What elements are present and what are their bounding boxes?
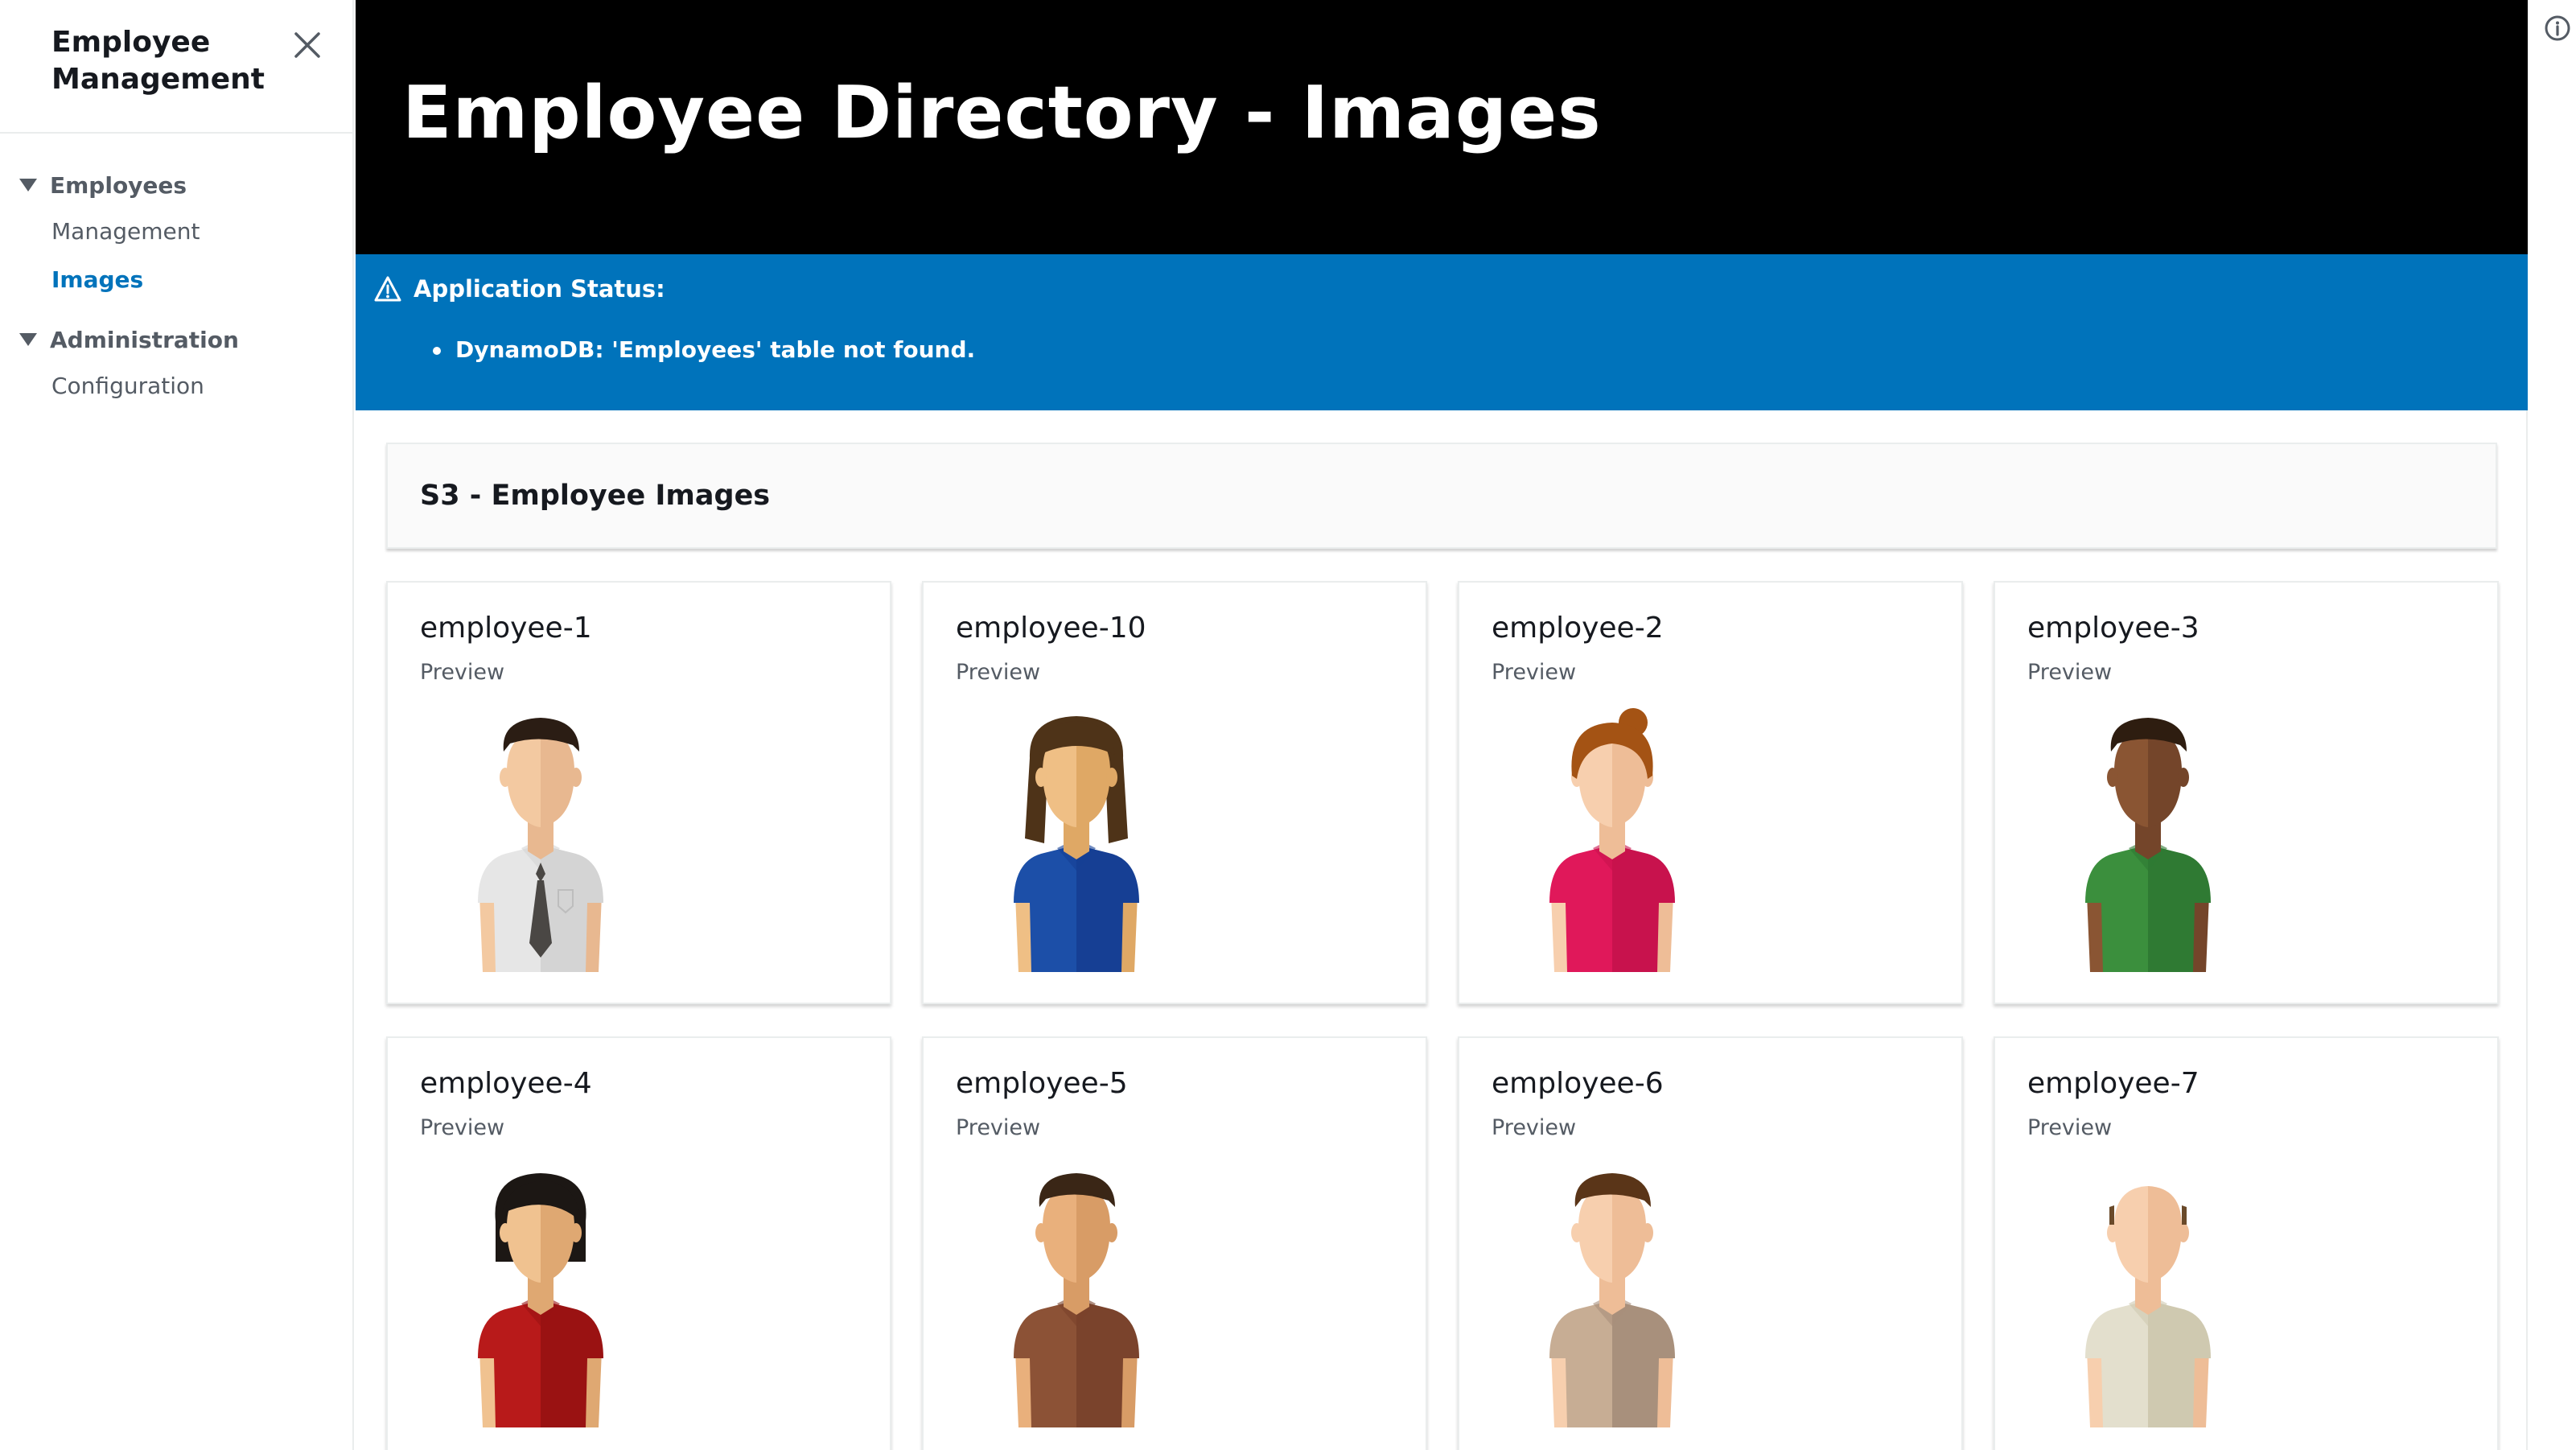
status-message: DynamoDB: 'Employees' table not found.	[432, 336, 976, 363]
card-title: employee-5	[956, 1067, 1128, 1100]
card-title: employee-10	[956, 612, 1146, 645]
section-header: S3 - Employee Images	[386, 443, 2497, 549]
image-card[interactable]: employee-2 Preview	[1458, 581, 1963, 1004]
caret-down-icon	[19, 179, 37, 192]
nav-group-label: Administration	[50, 326, 239, 353]
status-banner: Application Status: DynamoDB: 'Employees…	[356, 254, 2528, 410]
card-subtitle: Preview	[1492, 1115, 1577, 1140]
nav-item-configuration[interactable]: Configuration	[0, 362, 352, 410]
close-icon[interactable]	[291, 29, 323, 61]
app-title[interactable]: Employee Management	[51, 24, 277, 98]
page-title: Employee Directory - Images	[402, 71, 1602, 155]
card-subtitle: Preview	[420, 660, 505, 685]
status-heading: Application Status:	[373, 275, 665, 303]
image-card[interactable]: employee-4 Preview	[386, 1036, 891, 1450]
nav-group-employees: Employees Management Images	[0, 163, 352, 304]
card-title: employee-4	[420, 1067, 592, 1100]
nav-list: Employees Management Images Administrati…	[0, 134, 352, 410]
side-navigation: Employee Management Employees Management…	[0, 0, 354, 1450]
employee-avatar-image	[2027, 702, 2269, 972]
nav-group-administration: Administration Configuration	[0, 317, 352, 410]
employee-avatar-image	[956, 702, 1197, 972]
card-subtitle: Preview	[1492, 660, 1577, 685]
card-subtitle: Preview	[956, 1115, 1041, 1140]
status-label: Application Status:	[414, 275, 665, 303]
image-card[interactable]: employee-3 Preview	[1994, 581, 2499, 1004]
image-card[interactable]: employee-1 Preview	[386, 581, 891, 1004]
main-content: S3 - Employee Images employee-1 Preview …	[356, 410, 2528, 1450]
card-title: employee-6	[1492, 1067, 1664, 1100]
employee-avatar-image	[1492, 1157, 1733, 1427]
image-card[interactable]: employee-6 Preview	[1458, 1036, 1963, 1450]
nav-item-management[interactable]: Management	[0, 208, 352, 256]
card-title: employee-1	[420, 612, 592, 645]
card-subtitle: Preview	[2027, 1115, 2113, 1140]
card-title: employee-2	[1492, 612, 1664, 645]
nav-group-administration-toggle[interactable]: Administration	[0, 317, 352, 362]
nav-group-label: Employees	[50, 171, 187, 199]
image-card[interactable]: employee-5 Preview	[922, 1036, 1427, 1450]
info-icon[interactable]	[2544, 14, 2571, 42]
section-title: S3 - Employee Images	[420, 480, 771, 512]
card-subtitle: Preview	[420, 1115, 505, 1140]
employee-avatar-image	[420, 1157, 661, 1427]
card-subtitle: Preview	[2027, 660, 2113, 685]
image-card[interactable]: employee-10 Preview	[922, 581, 1427, 1004]
nav-group-employees-toggle[interactable]: Employees	[0, 163, 352, 208]
caret-down-icon	[19, 333, 37, 346]
card-title: employee-7	[2027, 1067, 2199, 1100]
image-card[interactable]: employee-7 Preview	[1994, 1036, 2499, 1450]
card-title: employee-3	[2027, 612, 2199, 645]
card-subtitle: Preview	[956, 660, 1041, 685]
warning-icon	[374, 276, 401, 302]
employee-avatar-image	[2027, 1157, 2269, 1427]
employee-avatar-image	[1492, 702, 1733, 972]
employee-avatar-image	[956, 1157, 1197, 1427]
employee-avatar-image	[420, 702, 661, 972]
page-header: Employee Directory - Images	[356, 0, 2528, 254]
side-navigation-header: Employee Management	[0, 0, 352, 134]
nav-item-images[interactable]: Images	[0, 256, 352, 304]
